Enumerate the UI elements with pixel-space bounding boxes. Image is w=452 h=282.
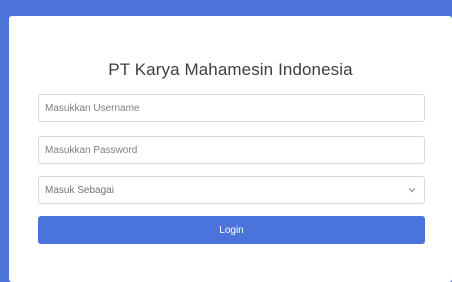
login-button[interactable]: Login [38, 216, 425, 244]
username-field[interactable] [38, 94, 425, 122]
login-page: PT Karya Mahamesin Indonesia Masuk Sebag… [0, 0, 452, 282]
role-select[interactable]: Masuk Sebagai [38, 176, 425, 204]
password-field[interactable] [38, 136, 425, 164]
login-card: PT Karya Mahamesin Indonesia Masuk Sebag… [9, 16, 452, 282]
role-select-value: Masuk Sebagai [45, 184, 114, 196]
username-input[interactable] [45, 95, 424, 121]
company-title: PT Karya Mahamesin Indonesia [108, 60, 353, 79]
password-input[interactable] [45, 137, 424, 163]
chevron-down-icon [408, 186, 416, 194]
